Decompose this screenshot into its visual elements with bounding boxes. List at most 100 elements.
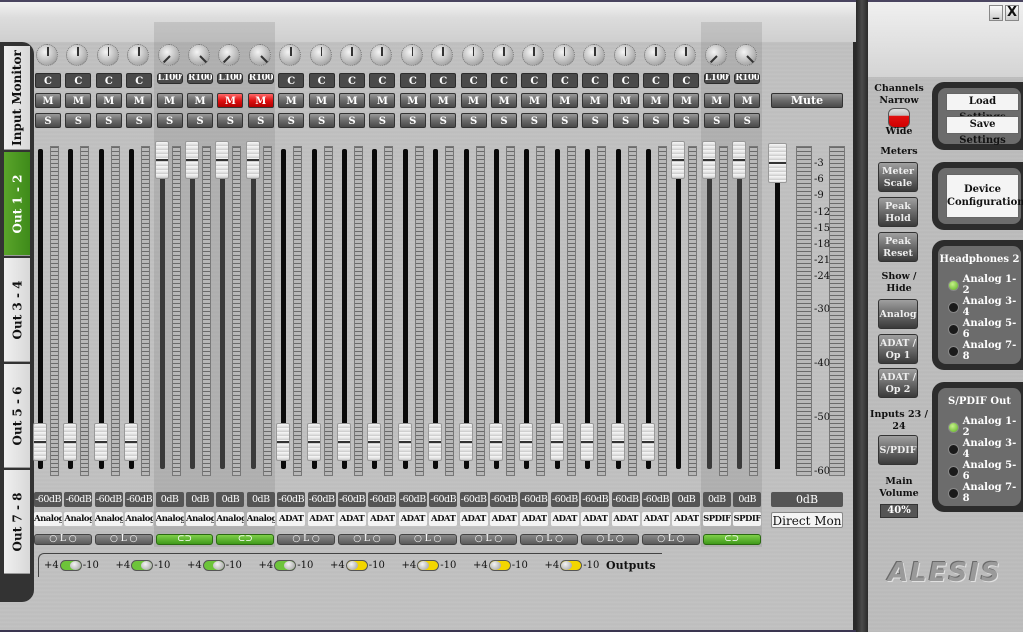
output-level-switch[interactable]: +4 -10 xyxy=(330,560,385,571)
fader-handle[interactable] xyxy=(306,423,321,461)
fader-handle[interactable] xyxy=(337,423,351,461)
tab-out-1-2[interactable]: Out 1 - 2 xyxy=(4,152,30,256)
stereo-link-toggle[interactable]: ○ L ○ xyxy=(338,534,396,545)
analog-show-button[interactable]: Analog xyxy=(878,299,918,329)
source-select[interactable]: ADAT xyxy=(672,512,701,526)
adat-op2-show-button[interactable]: ADAT / Op 2 xyxy=(878,368,918,398)
stereo-link-toggle[interactable]: ○ L ○ xyxy=(94,534,153,545)
source-select[interactable]: SPDIF xyxy=(733,512,762,526)
fader-handle[interactable] xyxy=(458,423,473,461)
solo-button[interactable]: S xyxy=(187,113,213,128)
pan-knob[interactable] xyxy=(613,44,636,66)
spdif-out-option[interactable]: Analog 5-6 xyxy=(948,460,1021,482)
source-select[interactable]: SPDIF xyxy=(702,512,731,526)
solo-button[interactable]: S xyxy=(369,113,396,128)
mute-button[interactable]: M xyxy=(308,93,335,108)
meter-scale-button[interactable]: Meter Scale xyxy=(878,162,918,192)
direct-mon-button[interactable]: Direct Mon xyxy=(771,512,843,528)
fader-handle[interactable] xyxy=(641,423,655,461)
solo-button[interactable]: S xyxy=(521,113,548,128)
fader-handle[interactable] xyxy=(215,141,230,179)
solo-button[interactable]: S xyxy=(460,113,487,128)
mute-button[interactable]: M xyxy=(582,93,609,108)
tab-input-monitor[interactable]: Input Monitor xyxy=(4,46,30,150)
stereo-link-toggle[interactable]: ○ L ○ xyxy=(581,534,639,545)
mute-button[interactable]: M xyxy=(247,93,274,108)
fader-handle[interactable] xyxy=(489,423,503,461)
solo-button[interactable]: S xyxy=(35,113,61,128)
headphones-option[interactable]: Analog 3-4 xyxy=(948,296,1021,318)
headphones-option[interactable]: Analog 5-6 xyxy=(948,318,1021,340)
source-select[interactable]: ADAT xyxy=(642,512,670,526)
pan-knob[interactable] xyxy=(66,44,89,66)
pan-knob[interactable] xyxy=(674,44,697,66)
master-mute-button[interactable]: Mute xyxy=(771,93,843,108)
output-level-switch[interactable]: +4 -10 xyxy=(259,560,313,571)
pan-knob[interactable] xyxy=(309,44,332,66)
solo-button[interactable]: S xyxy=(551,113,578,128)
pan-knob[interactable] xyxy=(461,44,484,66)
stereo-link-toggle[interactable]: ⊂⊃ xyxy=(702,534,761,545)
level-toggle[interactable] xyxy=(560,560,583,571)
pan-knob[interactable] xyxy=(127,44,150,66)
peak-hold-button[interactable]: Peak Hold xyxy=(878,197,918,227)
pan-knob[interactable] xyxy=(279,44,302,66)
source-select[interactable]: Analog xyxy=(64,512,93,526)
pan-knob[interactable] xyxy=(704,44,727,66)
source-select[interactable]: ADAT xyxy=(520,512,549,526)
mute-button[interactable]: M xyxy=(673,93,700,108)
tab-out-5-6[interactable]: Out 5 - 6 xyxy=(4,364,30,468)
mute-button[interactable]: M xyxy=(460,93,487,108)
level-toggle[interactable] xyxy=(274,560,297,571)
stereo-link-toggle[interactable]: ⊂⊃ xyxy=(216,534,275,545)
close-button[interactable]: X xyxy=(1005,5,1019,21)
stereo-link-toggle[interactable]: ○ L ○ xyxy=(277,534,335,545)
solo-button[interactable]: S xyxy=(247,113,274,128)
source-select[interactable]: ADAT xyxy=(277,512,306,526)
source-select[interactable]: ADAT xyxy=(611,512,640,526)
source-select[interactable]: Analog xyxy=(125,512,154,526)
mute-button[interactable]: M xyxy=(430,93,457,108)
headphones-option[interactable]: Analog 7-8 xyxy=(948,340,1021,362)
source-select[interactable]: ADAT xyxy=(550,512,579,526)
fader-handle[interactable] xyxy=(245,141,260,179)
source-select[interactable]: ADAT xyxy=(459,512,488,526)
minimize-button[interactable]: _ xyxy=(989,5,1003,21)
mute-button[interactable]: M xyxy=(217,93,244,108)
pan-knob[interactable] xyxy=(188,44,210,66)
stereo-link-toggle[interactable]: ○ L ○ xyxy=(642,534,700,545)
solo-button[interactable]: S xyxy=(703,113,730,128)
fader-handle[interactable] xyxy=(732,141,747,179)
mute-button[interactable]: M xyxy=(65,93,92,108)
tab-out-3-4[interactable]: Out 3 - 4 xyxy=(4,258,30,362)
level-toggle[interactable] xyxy=(202,560,225,571)
pan-knob[interactable] xyxy=(431,44,454,66)
pan-knob[interactable] xyxy=(400,44,423,66)
fader-handle[interactable] xyxy=(610,423,625,461)
mute-button[interactable]: M xyxy=(126,93,153,108)
tab-out-7-8[interactable]: Out 7 - 8 xyxy=(4,470,30,574)
solo-button[interactable]: S xyxy=(643,113,669,128)
solo-button[interactable]: S xyxy=(582,113,609,128)
fader-handle[interactable] xyxy=(276,423,291,461)
fader-handle[interactable] xyxy=(580,423,595,461)
pan-knob[interactable] xyxy=(36,44,58,66)
mute-button[interactable]: M xyxy=(612,93,639,108)
solo-button[interactable]: S xyxy=(339,113,365,128)
spdif-input-button[interactable]: S/PDIF xyxy=(878,435,918,465)
stereo-link-toggle[interactable]: ○ L ○ xyxy=(398,534,457,545)
mute-button[interactable]: M xyxy=(95,93,122,108)
level-toggle[interactable] xyxy=(417,560,440,571)
output-level-switch[interactable]: +4 -10 xyxy=(402,560,456,571)
mute-button[interactable]: M xyxy=(551,93,578,108)
level-toggle[interactable] xyxy=(131,560,154,571)
solo-button[interactable]: S xyxy=(612,113,639,128)
mute-button[interactable]: M xyxy=(278,93,305,108)
mute-button[interactable]: M xyxy=(643,93,669,108)
headphones-option[interactable]: Analog 1-2 xyxy=(948,274,1021,296)
mute-button[interactable]: M xyxy=(734,93,761,108)
mute-button[interactable]: M xyxy=(369,93,396,108)
level-toggle[interactable] xyxy=(345,560,368,571)
solo-button[interactable]: S xyxy=(399,113,426,128)
fader-handle[interactable] xyxy=(519,423,534,461)
